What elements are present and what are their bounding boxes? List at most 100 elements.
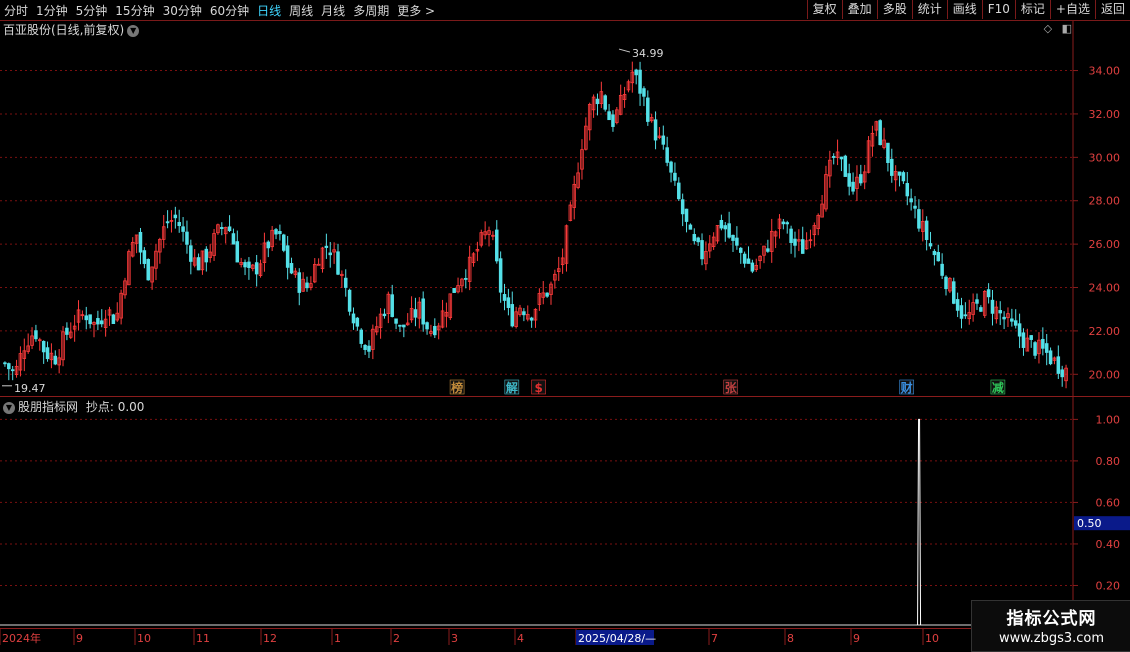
indicator-series-label: 抄点: 0.00 xyxy=(85,400,145,414)
candle-body xyxy=(1006,313,1010,319)
candle-body xyxy=(487,230,491,235)
candle-body xyxy=(53,355,58,365)
candle-body xyxy=(963,314,968,317)
candle-body xyxy=(514,311,518,327)
candle-body xyxy=(917,209,921,229)
candle-body xyxy=(587,104,592,131)
action-button-6[interactable]: 标记 xyxy=(1014,0,1050,19)
event-marker-box xyxy=(504,379,520,395)
candle-body xyxy=(119,292,123,319)
candle-body xyxy=(351,313,356,324)
candle-body xyxy=(657,135,662,138)
action-button-3[interactable]: 统计 xyxy=(911,0,947,19)
action-button-2[interactable]: 多股 xyxy=(876,0,912,19)
candle-body xyxy=(212,233,216,256)
action-button-7[interactable]: +自选 xyxy=(1049,0,1095,19)
current-value-badge xyxy=(1074,516,1130,531)
price-axis-label: 30.00 xyxy=(1089,151,1121,164)
candle-body xyxy=(955,299,960,311)
action-button-0[interactable]: 复权 xyxy=(806,0,842,19)
diamond-icon[interactable]: ◇ xyxy=(1044,22,1052,35)
candle-body xyxy=(866,140,871,173)
candle-body xyxy=(630,71,635,84)
candle-body xyxy=(402,324,406,328)
action-button-5[interactable]: F10 xyxy=(981,0,1015,19)
action-button-1[interactable]: 叠加 xyxy=(841,0,877,19)
indicator-title: ▼ 股朋指标网 抄点: 0.00 xyxy=(3,398,144,415)
period-tab-9[interactable]: 多周期 xyxy=(349,2,393,19)
candle-body xyxy=(901,172,906,182)
candle-body xyxy=(564,225,569,264)
candle-body xyxy=(378,313,383,328)
time-axis-label: 3 xyxy=(451,632,458,645)
candle-body xyxy=(835,151,840,158)
candle-body xyxy=(560,257,565,266)
period-tab-7[interactable]: 周线 xyxy=(285,2,317,19)
candle-body xyxy=(839,156,844,160)
candle-body xyxy=(793,238,797,246)
candle-body xyxy=(355,317,360,327)
period-tab-1[interactable]: 1分钟 xyxy=(32,2,72,19)
candle-body xyxy=(332,249,336,253)
candle-body xyxy=(595,98,600,105)
time-axis-label: 7 xyxy=(711,632,718,645)
candle-body xyxy=(936,252,941,262)
indicator-dropdown-icon[interactable]: ▼ xyxy=(3,401,15,414)
event-marker-box xyxy=(723,379,739,395)
candle-body xyxy=(200,250,205,271)
candle-body xyxy=(57,357,61,366)
candle-body xyxy=(622,94,627,100)
current-value-label: 0.50 xyxy=(1077,517,1102,530)
price-axis-label: 24.00 xyxy=(1089,282,1121,295)
candle-body xyxy=(959,305,964,319)
period-tab-8[interactable]: 月线 xyxy=(317,2,349,19)
candle-body xyxy=(305,282,309,289)
candle-body xyxy=(76,309,81,323)
watermark: 指标公式网 www.zbgs3.com xyxy=(971,600,1130,652)
candle-body xyxy=(130,241,135,257)
candle-body xyxy=(638,69,642,94)
panel-toggle-icon[interactable]: ◧ xyxy=(1062,22,1072,35)
candle-body xyxy=(580,149,584,170)
period-tab-2[interactable]: 5分钟 xyxy=(72,2,112,19)
period-tab-4[interactable]: 30分钟 xyxy=(159,2,206,19)
title-dropdown-icon[interactable]: ▼ xyxy=(127,24,140,37)
candle-body xyxy=(347,289,352,312)
candle-body xyxy=(3,362,7,365)
candle-body xyxy=(309,283,313,288)
candle-body xyxy=(862,171,867,183)
period-tab-5[interactable]: 60分钟 xyxy=(206,2,253,19)
time-axis-label: 11 xyxy=(196,632,210,645)
candle-body xyxy=(669,161,673,173)
period-tabs: 分时 1分钟 5分钟 15分钟 30分钟 60分钟 日线 周线 月线 多周期 更多 > xyxy=(0,0,439,20)
candle-body xyxy=(951,281,956,304)
candle-body xyxy=(495,229,499,262)
high-pointer xyxy=(618,48,631,53)
candle-body xyxy=(421,298,425,325)
candle-body xyxy=(890,158,894,176)
candle-body xyxy=(96,318,100,325)
period-tab-6[interactable]: 日线 xyxy=(253,2,285,19)
candle-body xyxy=(258,263,263,276)
candle-body xyxy=(982,291,987,316)
candle-body xyxy=(680,199,685,215)
candle-body xyxy=(820,203,824,218)
candle-body xyxy=(107,309,112,316)
period-tab-0[interactable]: 分时 xyxy=(0,2,32,19)
period-tab-10[interactable]: 更多 > xyxy=(393,2,439,19)
price-axis-label: 22.00 xyxy=(1089,325,1121,338)
candle-body xyxy=(285,245,290,268)
candle-body xyxy=(948,277,952,292)
candle-body xyxy=(893,171,898,181)
period-tab-3[interactable]: 15分钟 xyxy=(111,2,158,19)
candle-body xyxy=(1025,337,1030,352)
candle-body xyxy=(533,308,538,321)
action-button-8[interactable]: 返回 xyxy=(1094,0,1130,19)
candle-body xyxy=(812,225,817,236)
candle-body xyxy=(72,325,77,330)
time-axis-label: 4 xyxy=(517,632,524,645)
candle-body xyxy=(971,302,975,315)
candle-body xyxy=(909,198,913,203)
action-button-4[interactable]: 画线 xyxy=(946,0,982,19)
candle-body xyxy=(859,174,863,184)
